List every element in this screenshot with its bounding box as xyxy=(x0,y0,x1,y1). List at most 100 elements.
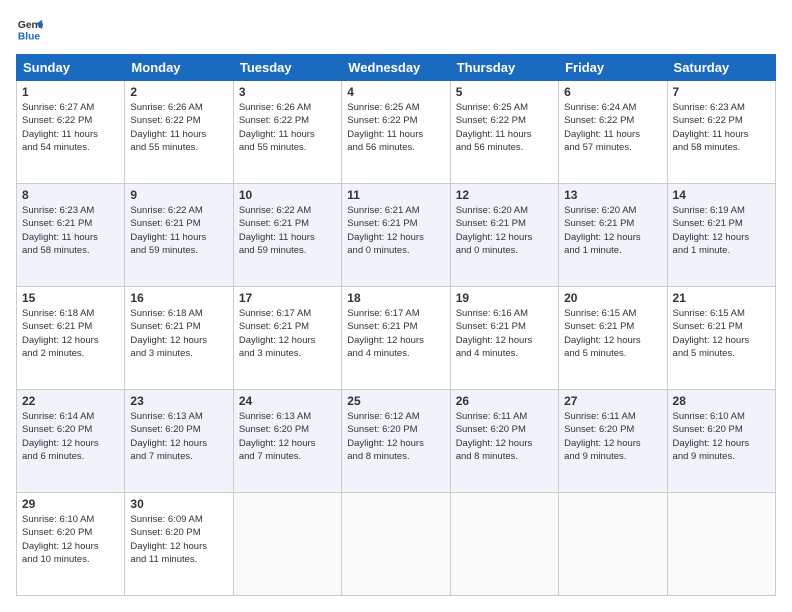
cell-text: Sunset: 6:20 PM xyxy=(130,423,227,436)
weekday-header: Wednesday xyxy=(342,55,450,81)
table-row xyxy=(450,493,558,596)
weekday-header: Tuesday xyxy=(233,55,341,81)
cell-text: Sunset: 6:21 PM xyxy=(347,217,444,230)
cell-text: Sunset: 6:20 PM xyxy=(673,423,770,436)
day-number: 14 xyxy=(673,188,770,202)
cell-text: Daylight: 12 hours xyxy=(22,437,119,450)
cell-text: and 56 minutes. xyxy=(456,141,553,154)
cell-text: Sunset: 6:21 PM xyxy=(22,320,119,333)
calendar-table: SundayMondayTuesdayWednesdayThursdayFrid… xyxy=(16,54,776,596)
table-row: 22Sunrise: 6:14 AMSunset: 6:20 PMDayligh… xyxy=(17,390,125,493)
table-row: 9Sunrise: 6:22 AMSunset: 6:21 PMDaylight… xyxy=(125,184,233,287)
day-number: 12 xyxy=(456,188,553,202)
cell-text: Daylight: 12 hours xyxy=(347,437,444,450)
weekday-header: Saturday xyxy=(667,55,775,81)
table-row xyxy=(667,493,775,596)
day-number: 19 xyxy=(456,291,553,305)
cell-text: Sunrise: 6:23 AM xyxy=(673,101,770,114)
cell-text: Sunrise: 6:16 AM xyxy=(456,307,553,320)
cell-text: Sunrise: 6:19 AM xyxy=(673,204,770,217)
cell-text: Sunset: 6:22 PM xyxy=(130,114,227,127)
table-row: 12 Sunrise: 6:20 AMSunset: 6:21 PMDayligh… xyxy=(450,184,558,287)
cell-text: Daylight: 12 hours xyxy=(130,540,227,553)
cell-text: Daylight: 12 hours xyxy=(456,231,553,244)
cell-text: and 9 minutes. xyxy=(673,450,770,463)
table-row xyxy=(559,493,667,596)
cell-text: and 59 minutes. xyxy=(239,244,336,257)
cell-text: Daylight: 12 hours xyxy=(673,437,770,450)
cell-text: Sunset: 6:21 PM xyxy=(456,217,553,230)
day-number: 30 xyxy=(130,497,227,511)
cell-text: Sunset: 6:20 PM xyxy=(456,423,553,436)
cell-text: Daylight: 11 hours xyxy=(564,128,661,141)
table-row: 23Sunrise: 6:13 AMSunset: 6:20 PMDayligh… xyxy=(125,390,233,493)
table-row: 7Sunrise: 6:23 AMSunset: 6:22 PMDaylight… xyxy=(667,81,775,184)
cell-text: Daylight: 11 hours xyxy=(130,231,227,244)
table-row xyxy=(342,493,450,596)
weekday-header: Thursday xyxy=(450,55,558,81)
cell-text: Daylight: 11 hours xyxy=(130,128,227,141)
table-row: 8Sunrise: 6:23 AMSunset: 6:21 PMDaylight… xyxy=(17,184,125,287)
cell-text: and 7 minutes. xyxy=(239,450,336,463)
cell-text: Daylight: 11 hours xyxy=(22,231,119,244)
cell-text: Sunset: 6:20 PM xyxy=(347,423,444,436)
cell-text: Sunrise: 6:13 AM xyxy=(239,410,336,423)
table-row: 10Sunrise: 6:22 AMSunset: 6:21 PMDayligh… xyxy=(233,184,341,287)
cell-text: and 10 minutes. xyxy=(22,553,119,566)
day-number: 2 xyxy=(130,85,227,99)
cell-text: Sunset: 6:21 PM xyxy=(456,320,553,333)
cell-text: and 9 minutes. xyxy=(564,450,661,463)
cell-text: Sunset: 6:21 PM xyxy=(347,320,444,333)
cell-text: Sunrise: 6:22 AM xyxy=(239,204,336,217)
cell-text: Sunset: 6:22 PM xyxy=(347,114,444,127)
cell-text: Sunrise: 6:10 AM xyxy=(22,513,119,526)
table-row: 28Sunrise: 6:10 AMSunset: 6:20 PMDayligh… xyxy=(667,390,775,493)
table-row: 24Sunrise: 6:13 AMSunset: 6:20 PMDayligh… xyxy=(233,390,341,493)
cell-text: Sunrise: 6:26 AM xyxy=(130,101,227,114)
cell-text: Daylight: 12 hours xyxy=(564,437,661,450)
cell-text: Sunrise: 6:15 AM xyxy=(673,307,770,320)
cell-text: Daylight: 12 hours xyxy=(564,334,661,347)
cell-text: Sunset: 6:21 PM xyxy=(673,320,770,333)
cell-text: Sunset: 6:20 PM xyxy=(22,526,119,539)
cell-text: Daylight: 11 hours xyxy=(456,128,553,141)
day-number: 25 xyxy=(347,394,444,408)
cell-text: Sunrise: 6:20 AM xyxy=(564,204,661,217)
cell-text: Sunset: 6:22 PM xyxy=(239,114,336,127)
cell-text: Sunset: 6:21 PM xyxy=(564,217,661,230)
cell-text: Sunset: 6:22 PM xyxy=(456,114,553,127)
table-row: 26Sunrise: 6:11 AMSunset: 6:20 PMDayligh… xyxy=(450,390,558,493)
day-number: 10 xyxy=(239,188,336,202)
cell-text: and 5 minutes. xyxy=(673,347,770,360)
cell-text: Sunrise: 6:26 AM xyxy=(239,101,336,114)
cell-text: and 5 minutes. xyxy=(564,347,661,360)
table-row: 16Sunrise: 6:18 AMSunset: 6:21 PMDayligh… xyxy=(125,287,233,390)
day-number: 1 xyxy=(22,85,119,99)
cell-text: Daylight: 12 hours xyxy=(564,231,661,244)
cell-text: and 4 minutes. xyxy=(456,347,553,360)
table-row: 19 Sunrise: 6:16 AMSunset: 6:21 PMDayligh… xyxy=(450,287,558,390)
cell-text: Sunset: 6:21 PM xyxy=(564,320,661,333)
cell-text: Daylight: 11 hours xyxy=(239,231,336,244)
table-row: 3Sunrise: 6:26 AMSunset: 6:22 PMDaylight… xyxy=(233,81,341,184)
cell-text: Daylight: 12 hours xyxy=(456,437,553,450)
cell-text: and 3 minutes. xyxy=(239,347,336,360)
day-number: 11 xyxy=(347,188,444,202)
cell-text: Daylight: 12 hours xyxy=(347,334,444,347)
table-row: 18Sunrise: 6:17 AMSunset: 6:21 PMDayligh… xyxy=(342,287,450,390)
cell-text: and 55 minutes. xyxy=(130,141,227,154)
table-row: 21Sunrise: 6:15 AMSunset: 6:21 PMDayligh… xyxy=(667,287,775,390)
cell-text: Daylight: 12 hours xyxy=(456,334,553,347)
svg-text:Blue: Blue xyxy=(18,31,41,42)
day-number: 21 xyxy=(673,291,770,305)
cell-text: Sunrise: 6:20 AM xyxy=(456,204,553,217)
cell-text: Daylight: 12 hours xyxy=(130,437,227,450)
day-number: 27 xyxy=(564,394,661,408)
day-number: 17 xyxy=(239,291,336,305)
cell-text: Sunrise: 6:09 AM xyxy=(130,513,227,526)
table-row: 15Sunrise: 6:18 AMSunset: 6:21 PMDayligh… xyxy=(17,287,125,390)
cell-text: Sunrise: 6:17 AM xyxy=(347,307,444,320)
table-row: 17Sunrise: 6:17 AMSunset: 6:21 PMDayligh… xyxy=(233,287,341,390)
cell-text: and 11 minutes. xyxy=(130,553,227,566)
day-number: 9 xyxy=(130,188,227,202)
